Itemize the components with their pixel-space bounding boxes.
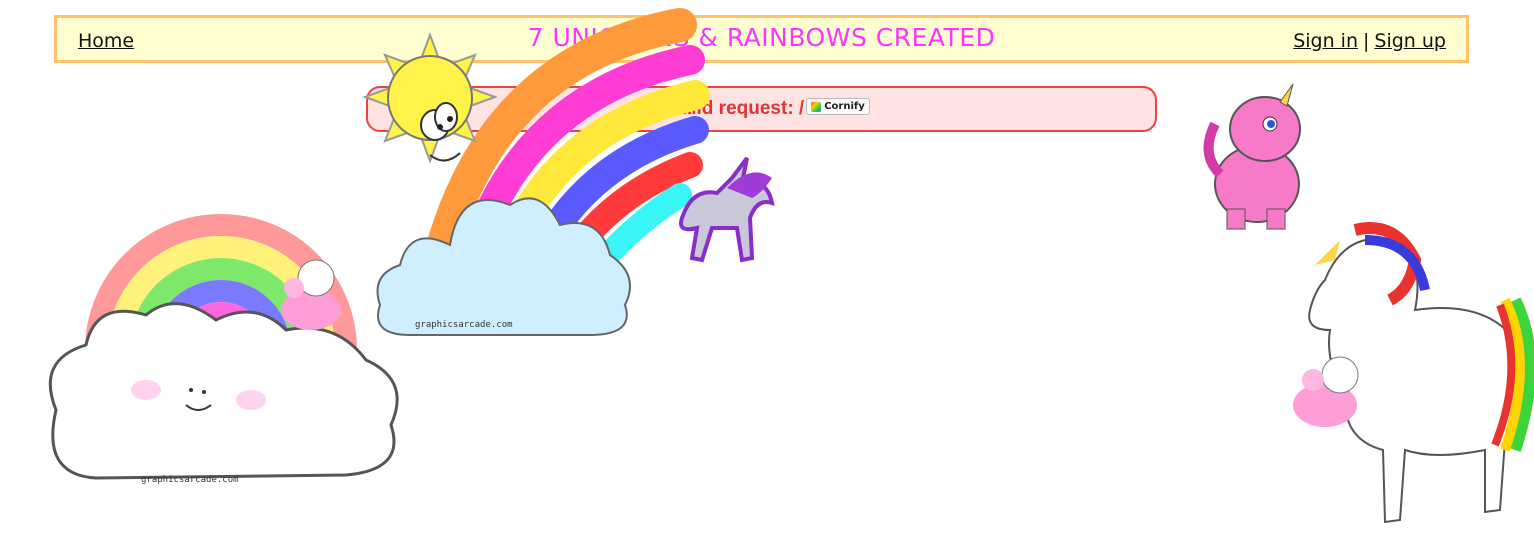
- auth-separator: |: [1363, 30, 1370, 52]
- cornify-logo-icon: [811, 101, 822, 112]
- kitty-unicorn-icon-2: [1293, 356, 1359, 427]
- cloud-rainbow-sticker: graphicsarcade.com: [48, 214, 399, 485]
- auth-links: Sign in | Sign up: [1293, 30, 1446, 52]
- sticker-watermark: graphicsarcade.com: [415, 320, 513, 330]
- cornify-label: Cornify: [824, 101, 865, 113]
- cornify-button[interactable]: Cornify: [806, 98, 870, 116]
- sign-up-link[interactable]: Sign up: [1374, 30, 1446, 52]
- sun-icon: [362, 32, 498, 164]
- sticker-watermark-2: graphicsarcade.com: [141, 475, 239, 485]
- sign-in-link[interactable]: Sign in: [1293, 30, 1358, 52]
- top-nav-bar: Home 7 UNICORNS & RAINBOWS CREATED Sign …: [54, 15, 1469, 63]
- purple-unicorn-sticker: [679, 156, 775, 263]
- white-unicorn-sticker: [1293, 222, 1534, 524]
- pink-pony-sticker: [1203, 84, 1301, 230]
- page-title: 7 UNICORNS & RAINBOWS CREATED: [527, 23, 996, 52]
